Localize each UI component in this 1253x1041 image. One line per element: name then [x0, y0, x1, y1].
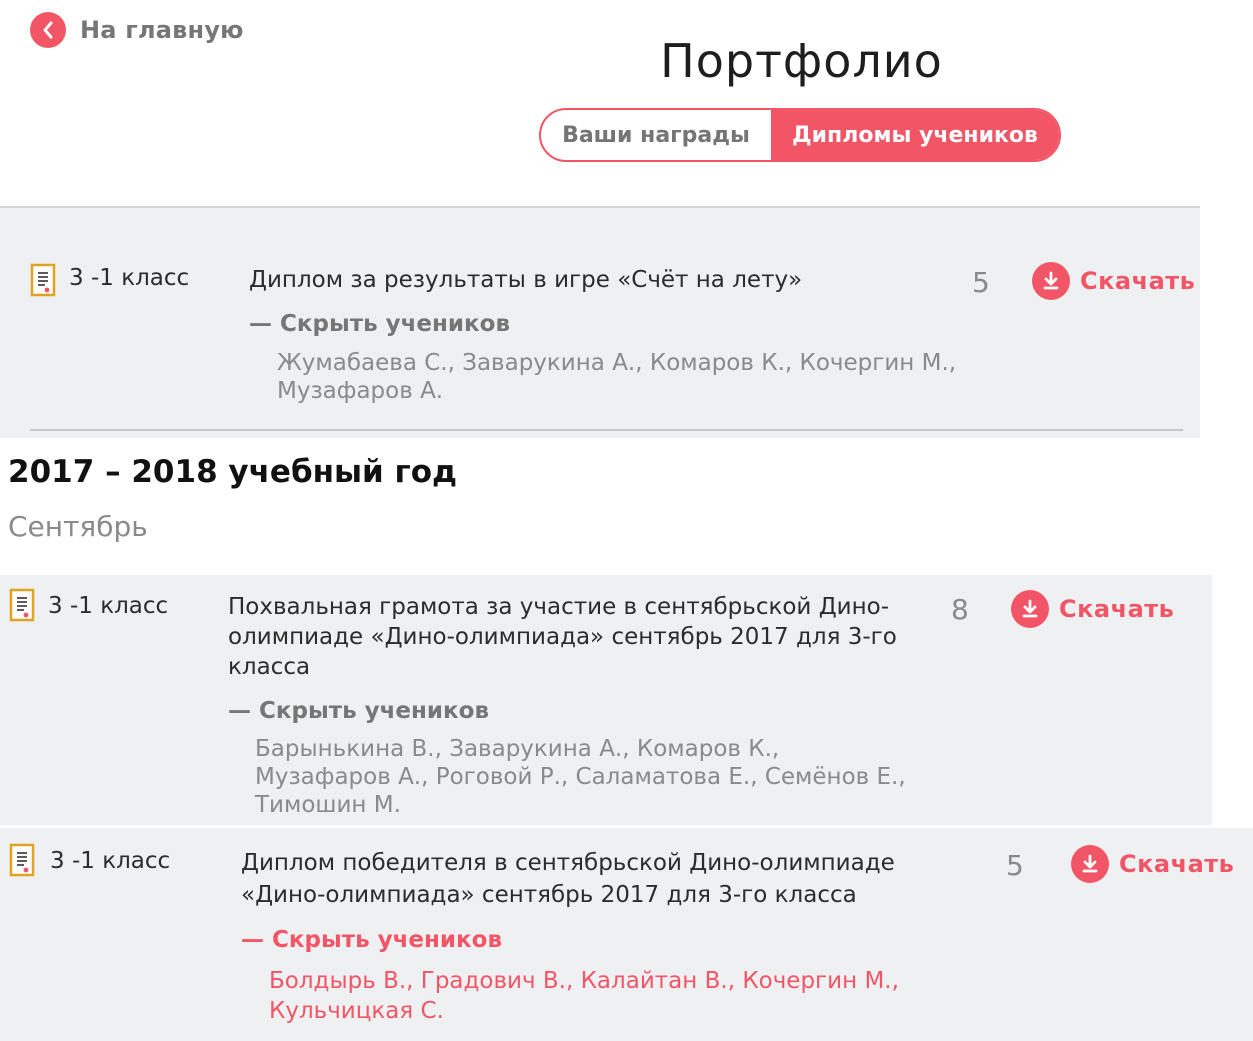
divider: [0, 206, 1200, 208]
hide-students-toggle[interactable]: — Скрыть учеников: [228, 698, 489, 724]
tab-your-awards[interactable]: Ваши награды: [541, 110, 771, 160]
students-line: Барынькина В., Заварукина А., Комаров К.…: [255, 736, 780, 762]
download-button[interactable]: Скачать: [1032, 262, 1195, 300]
hide-students-toggle[interactable]: — Скрыть учеников: [241, 927, 502, 953]
document-icon: [9, 588, 35, 622]
students-line: Жумабаева С., Заварукина А., Комаров К.,…: [277, 350, 957, 376]
students-count: 5: [1006, 849, 1024, 882]
tab-switcher: Ваши награды Дипломы учеников: [539, 108, 1061, 162]
diploma-card: 3 -1 класс Диплом победителя в сентябрьс…: [0, 828, 1253, 1041]
students-line: Музафаров А.: [277, 378, 444, 404]
class-label: 3 -1 класс: [50, 848, 171, 874]
download-label: Скачать: [1080, 267, 1196, 295]
month-heading: Сентябрь: [8, 510, 148, 543]
tab-student-diplomas[interactable]: Дипломы учеников: [771, 110, 1059, 160]
class-label: 3 -1 класс: [48, 593, 169, 619]
description-line: олимпиаде «Дино-олимпиада» сентябрь 2017…: [228, 624, 897, 650]
download-button[interactable]: Скачать: [1071, 845, 1234, 883]
download-icon: [1071, 845, 1109, 883]
download-icon: [1011, 590, 1049, 628]
diploma-card: 3 -1 класс Диплом за результаты в игре «…: [0, 206, 1200, 438]
students-list: Барынькина В., Заварукина А., Комаров К.…: [255, 735, 906, 819]
document-icon: [30, 263, 56, 297]
students-count: 5: [972, 266, 990, 299]
download-label: Скачать: [1119, 850, 1235, 878]
class-label: 3 -1 класс: [69, 265, 190, 291]
students-line: Болдырь В., Градович В., Калайтан В., Ко…: [269, 968, 899, 994]
page-title: Портфолио: [660, 34, 943, 88]
hide-students-toggle[interactable]: — Скрыть учеников: [249, 311, 510, 337]
description-line: Диплом победителя в сентябрьской Дино-ол…: [241, 850, 895, 876]
diploma-description: Диплом за результаты в игре «Счёт на лет…: [249, 267, 803, 293]
document-icon: [9, 843, 35, 877]
download-button[interactable]: Скачать: [1011, 590, 1174, 628]
description-line: Похвальная грамота за участие в сентябрь…: [228, 594, 890, 620]
students-list: Жумабаева С., Заварукина А., Комаров К.,…: [277, 349, 956, 405]
diploma-card: 3 -1 класс Похвальная грамота за участие…: [0, 575, 1212, 825]
students-line: Тимошин М.: [255, 792, 401, 818]
download-label: Скачать: [1059, 595, 1175, 623]
students-list: Болдырь В., Градович В., Калайтан В., Ко…: [269, 966, 899, 1026]
school-year-heading: 2017 – 2018 учебный год: [8, 454, 458, 490]
divider: [30, 429, 1183, 431]
students-line: Музафаров А., Роговой Р., Саламатова Е.,…: [255, 764, 906, 790]
diploma-description: Похвальная грамота за участие в сентябрь…: [228, 592, 897, 682]
description-line: «Дино-олимпиада» сентябрь 2017 для 3-го …: [241, 882, 857, 908]
students-count: 8: [951, 593, 969, 626]
description-line: класса: [228, 654, 311, 680]
students-line: Кульчицкая С.: [269, 998, 444, 1024]
diploma-description: Диплом победителя в сентябрьской Дино-ол…: [241, 847, 895, 911]
download-icon: [1032, 262, 1070, 300]
